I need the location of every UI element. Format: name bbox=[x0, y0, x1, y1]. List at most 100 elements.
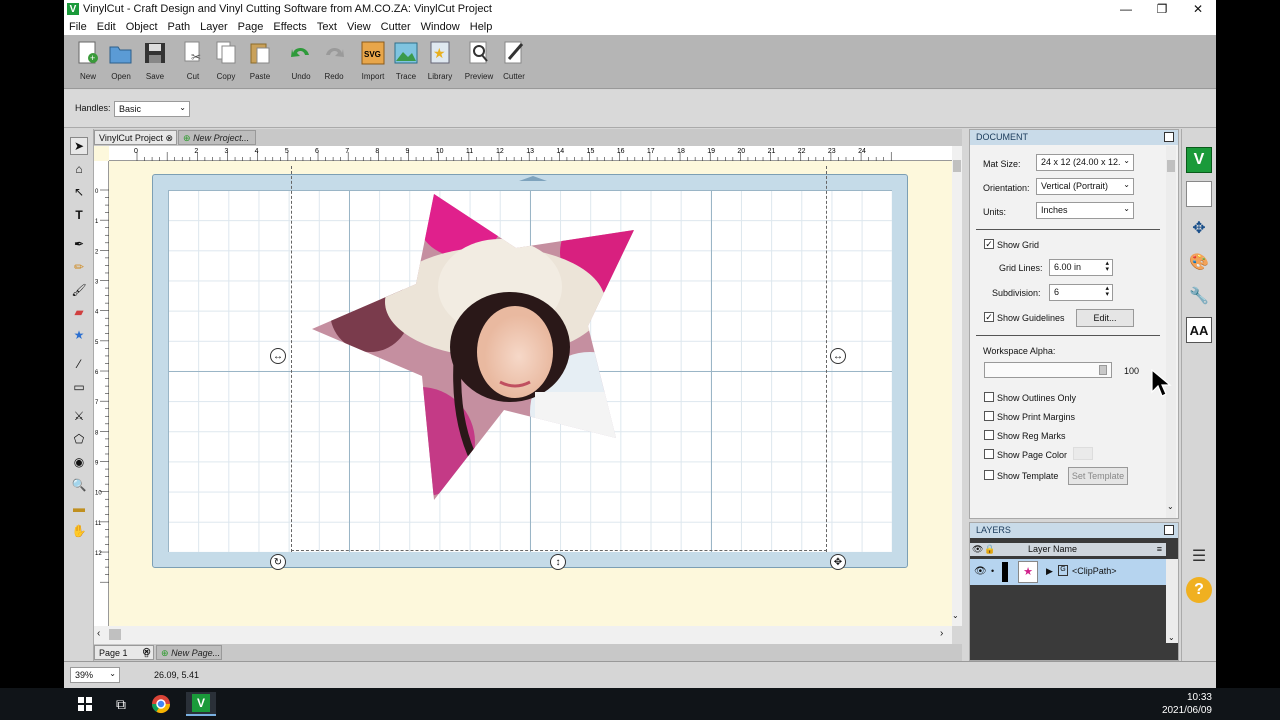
canvas-horizontal-scrollbar[interactable]: ‹ › bbox=[94, 626, 952, 644]
tab-vinylcut-project[interactable]: VinylCut Project ⊗ bbox=[94, 130, 177, 145]
subdivision-input[interactable]: 6 ▴ ▾ bbox=[1049, 284, 1113, 301]
tab-new-project[interactable]: ⊕ New Project... bbox=[178, 130, 256, 145]
show-reg-marks-checkbox[interactable] bbox=[984, 430, 994, 440]
pencil-icon[interactable]: ✏ bbox=[70, 258, 88, 276]
alpha-slider-thumb[interactable] bbox=[1099, 365, 1107, 375]
save-button[interactable]: Save bbox=[138, 41, 172, 87]
menu-cutter[interactable]: Cutter bbox=[376, 21, 416, 33]
text-tool-icon[interactable]: T bbox=[70, 206, 88, 224]
vinylcut-logo-icon[interactable]: V bbox=[1186, 147, 1212, 173]
layers-menu-icon[interactable]: ≡ bbox=[1157, 543, 1162, 556]
trace-button[interactable]: Trace bbox=[389, 41, 423, 87]
chrome-icon[interactable] bbox=[148, 692, 174, 716]
knife-icon[interactable]: ⚔ bbox=[70, 407, 88, 425]
zoom-icon[interactable]: 🔍 bbox=[70, 476, 88, 494]
menu-layer[interactable]: Layer bbox=[195, 21, 233, 33]
layer-visible-eye-icon[interactable]: 👁 bbox=[974, 566, 987, 577]
star-shape-icon[interactable]: ★ bbox=[70, 326, 88, 344]
vinylcut-taskbar-icon[interactable]: V bbox=[186, 692, 216, 716]
show-page-color-checkbox[interactable] bbox=[984, 449, 994, 459]
menu-window[interactable]: Window bbox=[416, 21, 465, 33]
cut-button[interactable]: ✂ Cut bbox=[176, 41, 210, 87]
layers-scrollbar[interactable]: ⌄ bbox=[1166, 559, 1178, 643]
subselect-icon[interactable]: ↖ bbox=[70, 183, 88, 201]
menu-edit[interactable]: Edit bbox=[92, 21, 121, 33]
mat-size-select[interactable]: 24 x 12 (24.00 x 12. ⌄ bbox=[1036, 154, 1134, 171]
cutter-button[interactable]: Cutter bbox=[497, 41, 531, 87]
workspace-alpha-slider[interactable] bbox=[984, 362, 1112, 378]
menu-path[interactable]: Path bbox=[163, 21, 196, 33]
canvas-area[interactable]: 0 2 3 4 5 6 7 8 9 10 11 12 13 14 15 16 17 18 19 20 21 22 23 24 … bbox=[94, 146, 962, 626]
grid-lines-input[interactable]: 6.00 in ▴ ▾ bbox=[1049, 259, 1113, 276]
tab-new-page[interactable]: ⊕ New Page... bbox=[156, 645, 222, 660]
star-clipped-photo[interactable] bbox=[310, 192, 640, 504]
panel-popout-icon[interactable] bbox=[1164, 132, 1174, 142]
weld-icon[interactable]: ◉ bbox=[70, 453, 88, 471]
layers-scroll-down-icon[interactable]: ⌄ bbox=[1168, 633, 1175, 642]
select-arrow-icon[interactable]: ➤ bbox=[70, 137, 88, 155]
close-icon[interactable]: ✕ bbox=[1180, 0, 1216, 18]
move-arrows-icon[interactable]: ✥ bbox=[1186, 215, 1212, 241]
open-button[interactable]: Open bbox=[104, 41, 138, 87]
show-print-margins-checkbox[interactable] bbox=[984, 411, 994, 421]
spinner-icon[interactable]: ▴ ▾ bbox=[1105, 285, 1109, 298]
menu-help[interactable]: Help bbox=[465, 21, 498, 33]
library-button[interactable]: ★ Library bbox=[423, 41, 457, 87]
move-handle[interactable]: ✥ bbox=[830, 554, 846, 570]
scroll-down-arrow-icon[interactable]: ⌄ bbox=[952, 611, 959, 620]
menu-page[interactable]: Page bbox=[233, 21, 269, 33]
eraser-icon[interactable]: ▰ bbox=[70, 303, 88, 321]
doc-scroll-thumb[interactable] bbox=[1167, 160, 1175, 172]
show-grid-checkbox[interactable]: ✓ bbox=[984, 239, 994, 249]
menu-effects[interactable]: Effects bbox=[268, 21, 311, 33]
orientation-select[interactable]: Vertical (Portrait) ⌄ bbox=[1036, 178, 1134, 195]
system-clock[interactable]: 10:33 2021/06/09 bbox=[1162, 691, 1212, 717]
minimize-icon[interactable]: — bbox=[1108, 0, 1144, 18]
menu-file[interactable]: File bbox=[64, 21, 92, 33]
ruler-icon[interactable]: ▬ bbox=[70, 499, 88, 517]
restore-icon[interactable]: ❐ bbox=[1144, 0, 1180, 18]
paste-button[interactable]: Paste bbox=[243, 41, 277, 87]
menu-view[interactable]: View bbox=[342, 21, 376, 33]
pen-tool-icon[interactable]: ✒ bbox=[70, 235, 88, 253]
new-button[interactable]: + New bbox=[71, 41, 105, 87]
resize-right-handle[interactable]: ↔ bbox=[830, 348, 846, 364]
edit-guidelines-button[interactable]: Edit... bbox=[1076, 309, 1134, 327]
canvas-vertical-scrollbar[interactable]: ⌄ bbox=[952, 146, 962, 626]
task-view-icon[interactable]: ⧉ bbox=[108, 692, 134, 716]
copy-button[interactable]: Copy bbox=[209, 41, 243, 87]
zoom-select[interactable]: 39% ⌄ bbox=[70, 667, 120, 683]
rectangle-icon[interactable]: ▭ bbox=[70, 378, 88, 396]
redo-button[interactable]: Redo bbox=[317, 41, 351, 87]
show-outlines-checkbox[interactable] bbox=[984, 392, 994, 402]
show-guidelines-checkbox[interactable]: ✓ bbox=[984, 312, 994, 322]
handles-select[interactable]: Basic ⌄ bbox=[114, 101, 190, 117]
text-style-icon[interactable]: AA bbox=[1186, 317, 1212, 343]
hand-pan-icon[interactable]: ✋ bbox=[70, 522, 88, 540]
brush-icon[interactable]: 🖌 bbox=[70, 281, 88, 299]
panel-popout-icon[interactable] bbox=[1164, 525, 1174, 535]
transform-icon[interactable]: ⬠ bbox=[70, 430, 88, 448]
resize-left-handle[interactable]: ↔ bbox=[270, 348, 286, 364]
node-edit-icon[interactable]: ⌂ bbox=[70, 160, 88, 178]
doc-panel-scrollbar[interactable]: ⌄ bbox=[1166, 146, 1176, 518]
doc-scroll-down-icon[interactable]: ⌄ bbox=[1167, 502, 1174, 511]
layer-row[interactable]: 👁 • ★ ▶ G <ClipPath> bbox=[970, 559, 1166, 585]
vscroll-thumb[interactable] bbox=[953, 160, 961, 172]
page-color-swatch[interactable] bbox=[1073, 447, 1093, 460]
rotate-handle[interactable]: ↻ bbox=[270, 554, 286, 570]
show-template-checkbox[interactable] bbox=[984, 470, 994, 480]
import-button[interactable]: SVG Import bbox=[356, 41, 390, 87]
close-page-icon[interactable]: ⊗ bbox=[142, 645, 151, 658]
set-template-button[interactable]: Set Template bbox=[1068, 467, 1128, 485]
scroll-left-arrow-icon[interactable]: ‹ bbox=[97, 628, 100, 639]
menu-text[interactable]: Text bbox=[312, 21, 342, 33]
undo-button[interactable]: Undo bbox=[284, 41, 318, 87]
layers-stack-icon[interactable]: ☰ bbox=[1186, 543, 1212, 569]
menu-object[interactable]: Object bbox=[121, 21, 163, 33]
help-icon[interactable]: ? bbox=[1186, 577, 1212, 603]
scroll-right-arrow-icon[interactable]: › bbox=[940, 628, 943, 639]
units-select[interactable]: Inches ⌄ bbox=[1036, 202, 1134, 219]
spinner-icon[interactable]: ▴ ▾ bbox=[1105, 260, 1109, 273]
eyedropper-icon[interactable]: ⁄ bbox=[70, 355, 88, 373]
